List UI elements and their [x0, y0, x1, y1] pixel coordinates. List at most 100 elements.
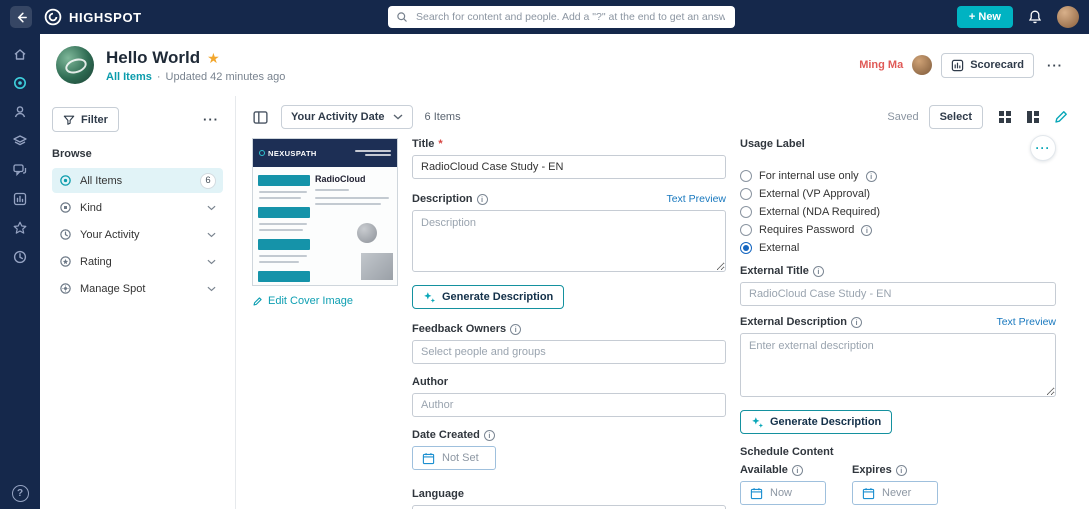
filter-panel-more-button[interactable]: ···	[199, 110, 223, 129]
info-icon[interactable]: i	[510, 324, 521, 335]
sidebar-item-manage-spot[interactable]: Manage Spot	[52, 276, 223, 301]
filter-label: Filter	[81, 114, 108, 126]
user-avatar[interactable]	[1057, 6, 1079, 28]
info-icon[interactable]: i	[813, 266, 824, 277]
notifications-bell-icon[interactable]	[1027, 9, 1043, 25]
grid-view-button[interactable]	[995, 107, 1015, 127]
thumbnail-header-text-lines	[355, 150, 391, 156]
language-select[interactable]: English	[412, 505, 726, 509]
items-count: 6 Items	[425, 111, 461, 123]
sidebar-item-kind[interactable]: Kind	[52, 195, 223, 220]
text-preview-link[interactable]: Text Preview	[996, 316, 1056, 328]
sort-dropdown[interactable]: Your Activity Date	[281, 105, 413, 129]
header-more-button[interactable]: ···	[1043, 56, 1067, 75]
radio-option-external[interactable]: External	[740, 241, 1056, 255]
radio-option-external-vp[interactable]: External (VP Approval)	[740, 187, 1056, 201]
content-thumbnail[interactable]: NEXUSPATH RadioCloud	[252, 138, 398, 286]
home-icon[interactable]	[12, 46, 28, 62]
favorites-star-icon[interactable]	[12, 220, 28, 236]
info-icon[interactable]: i	[792, 465, 803, 476]
radio-option-requires-password[interactable]: Requires Password i	[740, 223, 1056, 237]
chevron-down-icon	[207, 286, 216, 292]
edit-mode-button[interactable]	[1051, 107, 1071, 127]
back-arrow-icon	[15, 11, 28, 24]
description-textarea[interactable]	[412, 210, 726, 272]
sidebar-item-rating[interactable]: Rating	[52, 249, 223, 274]
breadcrumb[interactable]: All Items	[106, 71, 152, 83]
owner-avatar[interactable]	[912, 55, 932, 75]
recents-clock-icon[interactable]	[12, 249, 28, 265]
pencil-icon	[1053, 109, 1069, 125]
info-icon[interactable]: i	[896, 465, 907, 476]
description-field-group: Description i Text Preview	[412, 193, 726, 277]
spots-icon[interactable]	[12, 75, 28, 91]
scorecard-button[interactable]: Scorecard	[941, 53, 1034, 78]
title-field-group: Title *	[412, 138, 726, 179]
sidebar-item-all-items[interactable]: All Items 6	[52, 168, 223, 193]
topbar-actions: + New	[957, 0, 1079, 34]
date-created-value: Not Set	[442, 452, 479, 464]
item-count-badge: 6	[200, 173, 216, 189]
global-search[interactable]	[388, 6, 735, 28]
select-button[interactable]: Select	[929, 105, 983, 129]
external-description-textarea[interactable]	[740, 333, 1056, 397]
author-input[interactable]	[412, 393, 726, 417]
list-grid-icon	[1025, 109, 1041, 125]
info-icon[interactable]: i	[861, 225, 872, 236]
edit-cover-image-link[interactable]: Edit Cover Image	[252, 295, 398, 307]
feedback-owners-input[interactable]	[412, 340, 726, 364]
radio-option-internal-only[interactable]: For internal use only i	[740, 169, 1056, 183]
external-title-input[interactable]	[740, 282, 1056, 306]
info-icon[interactable]: i	[866, 171, 877, 182]
info-icon[interactable]: i	[484, 430, 495, 441]
help-icon[interactable]: ?	[12, 485, 29, 502]
new-button[interactable]: + New	[957, 6, 1013, 28]
header-actions: Ming Ma Scorecard ···	[859, 53, 1067, 78]
thumbnail-header: NEXUSPATH	[253, 139, 397, 167]
filter-button[interactable]: Filter	[52, 107, 119, 132]
description-label: Description	[412, 193, 473, 205]
usage-more-button[interactable]: ···	[1030, 135, 1056, 161]
page: Hello World ★ All Items · Updated 42 min…	[40, 34, 1089, 509]
collapse-panel-button[interactable]	[252, 109, 269, 126]
people-icon[interactable]	[12, 104, 28, 120]
brand-logo[interactable]: HIGHSPOT	[44, 8, 142, 26]
thumbnail-portrait	[357, 223, 377, 243]
engagement-icon[interactable]	[12, 162, 28, 178]
info-icon[interactable]: i	[477, 194, 488, 205]
all-items-target-icon	[59, 174, 72, 187]
radio-option-external-nda[interactable]: External (NDA Required)	[740, 205, 1056, 219]
radio-icon-selected	[740, 242, 752, 254]
generate-external-description-button[interactable]: Generate Description	[740, 410, 892, 434]
expires-field-group: Expires i Never	[852, 464, 938, 505]
highspot-logo-icon	[44, 8, 62, 26]
available-label: Available	[740, 464, 788, 476]
browse-list: All Items 6 Kind Your Activity	[52, 168, 223, 301]
sidebar-item-your-activity[interactable]: Your Activity	[52, 222, 223, 247]
generate-description-button[interactable]: Generate Description	[412, 285, 564, 309]
chevron-down-icon	[393, 114, 403, 120]
spot-avatar[interactable]	[56, 46, 94, 84]
learning-icon[interactable]	[12, 133, 28, 149]
reports-icon[interactable]	[12, 191, 28, 207]
text-preview-link[interactable]: Text Preview	[666, 193, 726, 205]
main-content: Your Activity Date 6 Items Saved Select	[236, 96, 1089, 509]
thumbnail-photo	[361, 253, 393, 280]
expires-date-picker[interactable]: Never	[852, 481, 938, 505]
info-icon[interactable]: i	[851, 317, 862, 328]
back-button[interactable]	[10, 6, 32, 28]
search-input[interactable]	[414, 10, 727, 24]
favorite-star-icon[interactable]: ★	[207, 51, 220, 65]
sidebar-item-label: All Items	[80, 175, 122, 187]
filter-panel: Filter ··· Browse All Items 6 Kind	[40, 96, 236, 509]
thumbnail-title: RadioCloud	[315, 174, 366, 184]
left-nav-rail: ?	[0, 34, 40, 509]
content-area: Filter ··· Browse All Items 6 Kind	[40, 96, 1089, 509]
list-view-button[interactable]	[1023, 107, 1043, 127]
available-date-picker[interactable]: Now	[740, 481, 826, 505]
date-created-picker[interactable]: Not Set	[412, 446, 496, 470]
title-input[interactable]	[412, 155, 726, 179]
calendar-icon	[750, 487, 763, 500]
sidebar-item-label: Manage Spot	[80, 283, 145, 295]
owner-name[interactable]: Ming Ma	[859, 59, 903, 71]
